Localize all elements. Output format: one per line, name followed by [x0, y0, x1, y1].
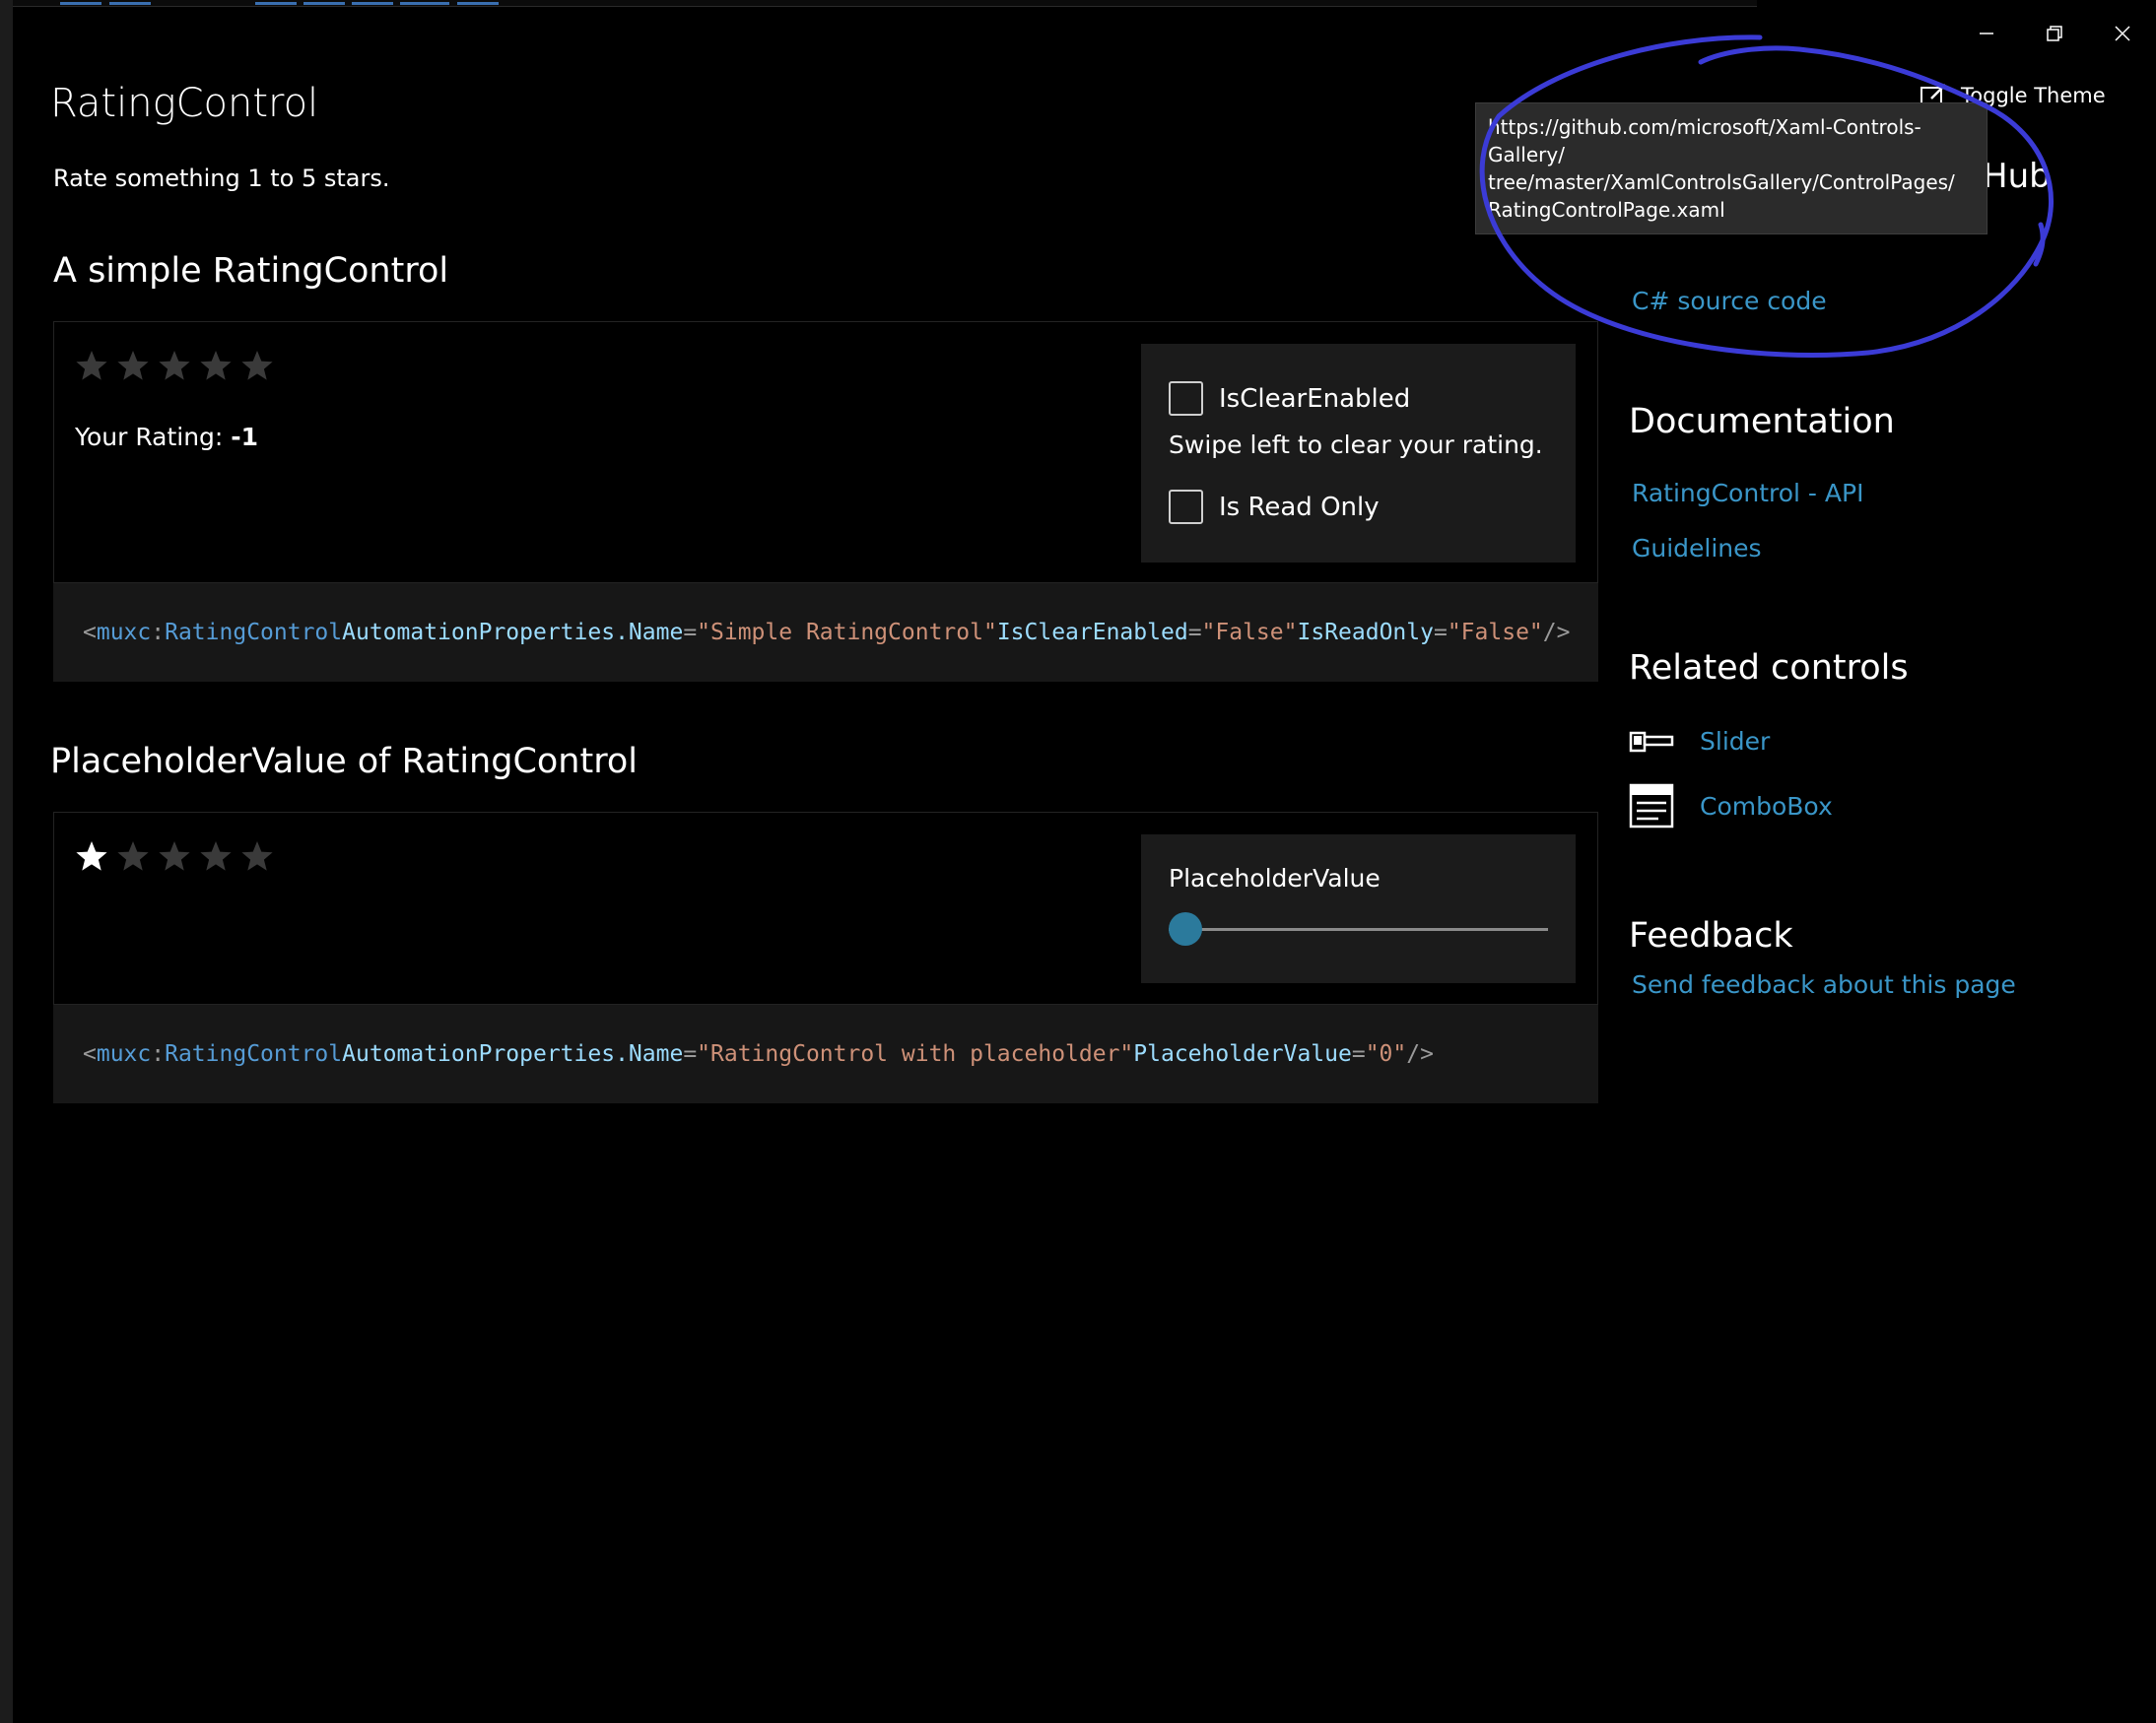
star-empty-icon[interactable] — [75, 349, 108, 382]
star-empty-icon[interactable] — [240, 349, 274, 382]
slider-icon — [1629, 731, 1674, 753]
checkbox-box[interactable] — [1169, 381, 1203, 416]
documentation-heading: Documentation — [1629, 402, 1895, 441]
star-empty-icon[interactable] — [158, 839, 191, 873]
section-title-simple: A simple RatingControl — [53, 251, 449, 291]
options-panel-simple: IsClearEnabled Swipe left to clear your … — [1141, 344, 1576, 563]
window-controls — [1952, 14, 2156, 53]
star-empty-icon[interactable] — [240, 839, 274, 873]
restore-icon — [2046, 26, 2062, 41]
code-token: IsReadOnly — [1297, 620, 1434, 645]
source-url-tooltip: https://github.com/microsoft/Xaml-Contro… — [1475, 102, 1988, 234]
code-token: < — [83, 1041, 97, 1067]
close-button[interactable] — [2088, 14, 2156, 53]
code-token: = — [683, 620, 698, 645]
code-token: /> — [1406, 1041, 1434, 1067]
restore-button[interactable] — [2020, 14, 2088, 53]
code-token: "False" — [1447, 620, 1543, 645]
feedback-heading: Feedback — [1629, 916, 1793, 956]
code-token: : — [151, 620, 166, 645]
code-token: "RatingControl with placeholder" — [697, 1041, 1134, 1067]
page-description: Rate something 1 to 5 stars. — [53, 165, 390, 192]
top-tab-strip — [13, 0, 1757, 7]
code-sample-placeholder: < muxc: RatingControl AutomationProperties… — [53, 1005, 1598, 1103]
rating-control-simple[interactable] — [75, 349, 274, 382]
github-heading-partial: Hub — [1983, 157, 2051, 196]
example-simple-rating: Your Rating: -1 IsClearEnabled Swipe lef… — [53, 321, 1598, 583]
example-placeholder-rating: PlaceholderValue — [53, 812, 1598, 1005]
tooltip-line: RatingControlPage.xaml — [1488, 198, 1725, 222]
your-rating-value: -1 — [231, 423, 259, 451]
swipe-hint-text: Swipe left to clear your rating. — [1169, 431, 1543, 459]
star-empty-icon[interactable] — [199, 349, 233, 382]
doc-link-guidelines[interactable]: Guidelines — [1632, 534, 1762, 563]
code-token: AutomationProperties.Name — [342, 620, 684, 645]
page-title: RatingControl — [50, 81, 319, 126]
placeholder-value-slider-thumb[interactable] — [1169, 912, 1202, 946]
close-icon — [2114, 26, 2130, 41]
code-token: = — [683, 1041, 698, 1067]
star-filled-icon[interactable] — [75, 839, 108, 873]
tooltip-line: https://github.com/microsoft/Xaml-Contro… — [1488, 115, 1921, 166]
is-read-only-checkbox[interactable]: Is Read Only — [1169, 490, 1380, 524]
star-empty-icon[interactable] — [116, 839, 150, 873]
code-token: IsClearEnabled — [996, 620, 1188, 645]
code-token: RatingControl — [165, 620, 343, 645]
section-title-placeholder: PlaceholderValue of RatingControl — [50, 742, 638, 781]
your-rating-label: Your Rating: — [75, 423, 224, 451]
tooltip-line: tree/master/XamlControlsGallery/ControlP… — [1488, 170, 1955, 194]
related-link-combobox[interactable]: ComboBox — [1700, 792, 1833, 821]
code-token: RatingControl — [165, 1041, 343, 1067]
code-token: "Simple RatingControl" — [697, 620, 997, 645]
is-clear-enabled-label: IsClearEnabled — [1219, 383, 1411, 414]
code-token: /> — [1542, 620, 1571, 645]
code-token: muxc — [96, 620, 152, 645]
code-token: < — [83, 620, 97, 645]
minimize-button[interactable] — [1952, 14, 2020, 53]
code-sample-simple: < muxc: RatingControl AutomationProperties… — [53, 583, 1598, 682]
related-item-combobox[interactable]: ComboBox — [1629, 783, 1833, 828]
related-item-slider[interactable]: Slider — [1629, 718, 1770, 763]
related-link-slider[interactable]: Slider — [1700, 727, 1770, 756]
code-token: AutomationProperties.Name — [342, 1041, 684, 1067]
send-feedback-link[interactable]: Send feedback about this page — [1632, 970, 2016, 999]
combobox-icon — [1629, 783, 1674, 828]
code-token: PlaceholderValue — [1133, 1041, 1352, 1067]
your-rating-text: Your Rating: -1 — [75, 423, 258, 451]
is-read-only-label: Is Read Only — [1219, 492, 1380, 522]
is-clear-enabled-checkbox[interactable]: IsClearEnabled — [1169, 381, 1410, 416]
code-token: : — [151, 1041, 166, 1067]
code-token: "False" — [1201, 620, 1298, 645]
star-empty-icon[interactable] — [158, 349, 191, 382]
window-left-edge — [0, 0, 13, 1723]
code-token: "0" — [1365, 1041, 1407, 1067]
csharp-source-link[interactable]: C# source code — [1632, 287, 1827, 315]
code-token: = — [1187, 620, 1202, 645]
related-controls-heading: Related controls — [1629, 648, 1909, 688]
code-token: = — [1433, 620, 1448, 645]
rating-control-placeholder[interactable] — [75, 839, 274, 873]
code-token: = — [1351, 1041, 1366, 1067]
star-empty-icon[interactable] — [116, 349, 150, 382]
options-panel-placeholder: PlaceholderValue — [1141, 834, 1576, 983]
placeholder-value-slider-track[interactable] — [1169, 928, 1548, 931]
star-empty-icon[interactable] — [199, 839, 233, 873]
minimize-icon — [1979, 33, 1993, 34]
code-token: muxc — [96, 1041, 152, 1067]
checkbox-box[interactable] — [1169, 490, 1203, 524]
placeholder-value-label: PlaceholderValue — [1169, 864, 1381, 893]
doc-link-api[interactable]: RatingControl - API — [1632, 479, 1863, 507]
